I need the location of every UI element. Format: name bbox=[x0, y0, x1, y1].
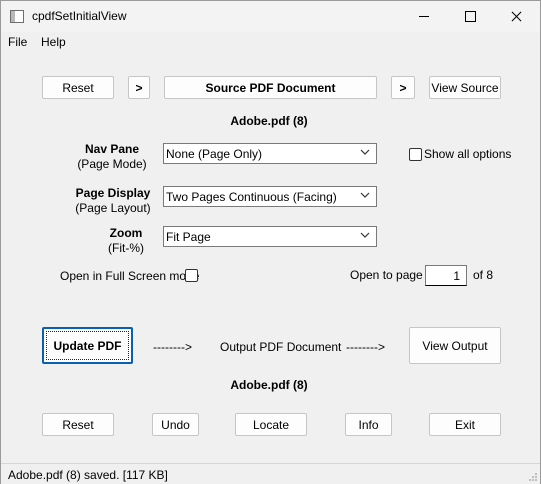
status-bar: Adobe.pdf (8) saved. [117 KB] bbox=[1, 463, 540, 484]
chevron-down-icon bbox=[360, 192, 370, 198]
undo-button[interactable]: Undo bbox=[152, 413, 199, 436]
info-button[interactable]: Info bbox=[345, 413, 392, 436]
zoom-value: Fit Page bbox=[166, 230, 211, 244]
page-display-subtitle: (Page Layout) bbox=[75, 201, 151, 215]
zoom-select[interactable]: Fit Page bbox=[163, 226, 377, 247]
title-bar: cpdfSetInitialView bbox=[1, 1, 540, 32]
resize-grip-icon[interactable] bbox=[528, 472, 538, 482]
prev-source-button[interactable]: > bbox=[128, 76, 150, 99]
open-to-page-label: Open to page bbox=[350, 268, 423, 282]
maximize-icon bbox=[464, 11, 476, 22]
menu-bar: File Help bbox=[1, 32, 540, 52]
zoom-subtitle: (Fit-%) bbox=[108, 241, 144, 255]
output-pdf-label: Output PDF Document bbox=[220, 340, 342, 354]
source-file-label: Adobe.pdf (8) bbox=[230, 114, 308, 128]
page-display-title: Page Display bbox=[75, 186, 151, 200]
app-window: cpdfSetInitialView File Help Reset > Sou… bbox=[0, 0, 541, 484]
chevron-down-icon bbox=[360, 149, 370, 155]
close-icon bbox=[511, 11, 522, 22]
full-screen-label: Open in Full Screen mode bbox=[60, 269, 200, 283]
page-display-value: Two Pages Continuous (Facing) bbox=[166, 190, 337, 204]
maximize-button[interactable] bbox=[447, 1, 493, 32]
status-text: Adobe.pdf (8) saved. [117 KB] bbox=[8, 468, 168, 482]
source-pdf-button[interactable]: Source PDF Document bbox=[164, 76, 377, 99]
view-output-button[interactable]: View Output bbox=[409, 327, 501, 364]
menu-file[interactable]: File bbox=[8, 35, 27, 49]
menu-help[interactable]: Help bbox=[41, 35, 66, 49]
minimize-button[interactable] bbox=[401, 1, 447, 32]
nav-pane-value: None (Page Only) bbox=[166, 147, 263, 161]
view-source-button[interactable]: View Source bbox=[429, 76, 501, 99]
reset-button[interactable]: Reset bbox=[42, 413, 114, 436]
nav-pane-subtitle: (Page Mode) bbox=[77, 157, 147, 171]
app-icon bbox=[10, 10, 24, 23]
nav-pane-select[interactable]: None (Page Only) bbox=[163, 143, 377, 164]
nav-pane-title: Nav Pane bbox=[84, 142, 140, 156]
arrow-to-output-label: --------> bbox=[153, 340, 192, 354]
show-all-options-checkbox[interactable] bbox=[409, 148, 422, 161]
output-file-label: Adobe.pdf (8) bbox=[230, 378, 308, 392]
next-source-button[interactable]: > bbox=[391, 76, 415, 99]
update-pdf-button[interactable]: Update PDF bbox=[42, 327, 133, 364]
reset-source-button[interactable]: Reset bbox=[42, 76, 114, 99]
open-to-page-input[interactable]: 1 bbox=[425, 265, 467, 286]
full-screen-checkbox[interactable] bbox=[185, 269, 198, 282]
minimize-icon bbox=[419, 16, 429, 17]
page-count-label: of 8 bbox=[473, 268, 494, 282]
zoom-title: Zoom bbox=[109, 226, 143, 240]
page-display-select[interactable]: Two Pages Continuous (Facing) bbox=[163, 186, 377, 207]
show-all-options-label: Show all options bbox=[424, 147, 512, 161]
exit-button[interactable]: Exit bbox=[429, 413, 501, 436]
close-button[interactable] bbox=[493, 1, 539, 32]
chevron-down-icon bbox=[360, 232, 370, 238]
window-title: cpdfSetInitialView bbox=[32, 9, 127, 23]
locate-button[interactable]: Locate bbox=[235, 413, 307, 436]
open-to-page-value: 1 bbox=[453, 269, 460, 283]
arrow-to-view-label: --------> bbox=[346, 340, 385, 354]
